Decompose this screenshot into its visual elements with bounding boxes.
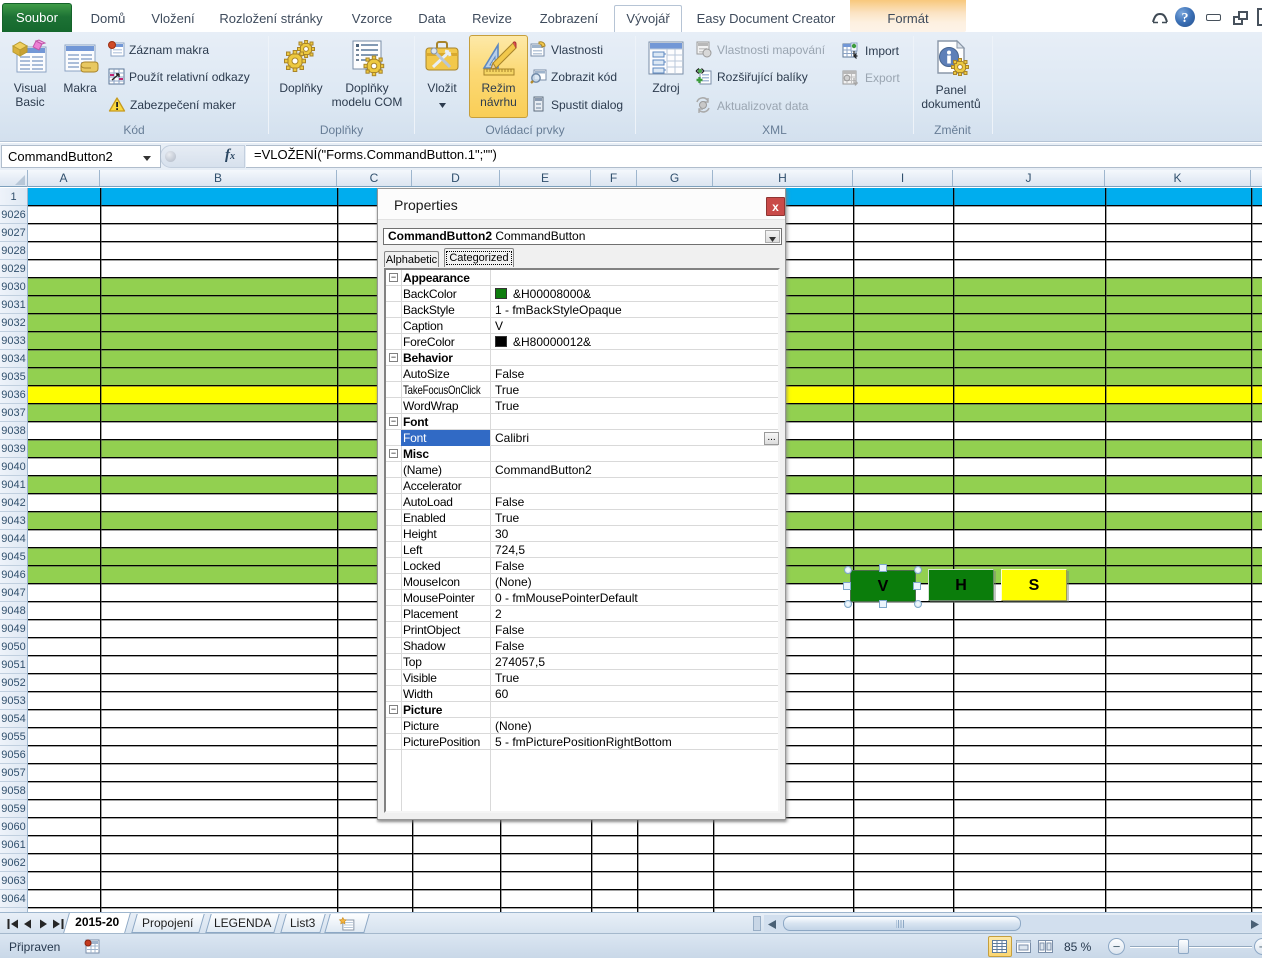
svg-text:?: ? bbox=[1182, 11, 1189, 26]
